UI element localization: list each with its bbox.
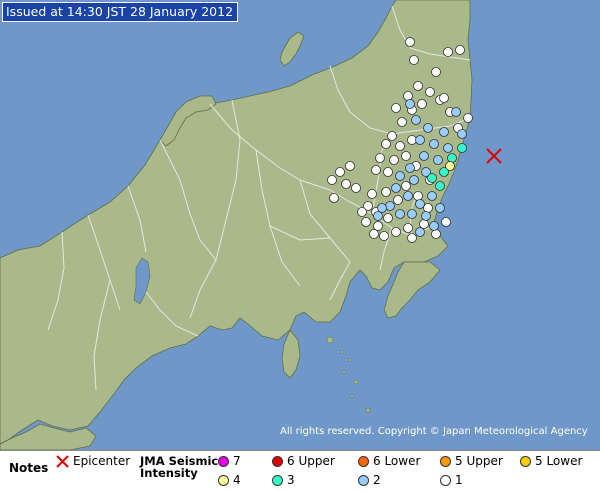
intensity-1-swatch bbox=[440, 474, 451, 486]
seismic-intensity-map bbox=[0, 0, 600, 450]
intensity-5-lower-swatch bbox=[520, 455, 531, 467]
jma-scale-label: JMA Seismic Intensity bbox=[140, 455, 218, 479]
intensity-7-swatch bbox=[218, 455, 229, 467]
intensity-5-upper-label: 5 Upper bbox=[455, 454, 503, 468]
legend-intensity-7: 7 bbox=[218, 454, 241, 468]
intensity-3-swatch bbox=[272, 474, 283, 486]
issued-timestamp: Issued at 14:30 JST 28 January 2012 bbox=[2, 2, 239, 22]
intensity-5-upper-swatch bbox=[440, 455, 451, 467]
intensity-4-label: 4 bbox=[233, 473, 241, 487]
intensity-6-upper-label: 6 Upper bbox=[287, 454, 335, 468]
notes-label: Notes bbox=[9, 461, 49, 475]
epicenter-label: Epicenter bbox=[73, 454, 131, 468]
legend-intensity-4: 4 bbox=[218, 473, 241, 487]
legend-intensity-3: 3 bbox=[272, 473, 295, 487]
legend-epicenter: Epicenter bbox=[56, 454, 130, 468]
intensity-4-swatch bbox=[218, 474, 229, 486]
intensity-7-label: 7 bbox=[233, 454, 241, 468]
intensity-3-label: 3 bbox=[287, 473, 295, 487]
legend-intensity-5-upper: 5 Upper bbox=[440, 454, 503, 468]
intensity-2-label: 2 bbox=[373, 473, 381, 487]
intensity-6-upper-swatch bbox=[272, 455, 283, 467]
legend: Notes Epicenter JMA Seismic Intensity 7 … bbox=[0, 450, 600, 491]
legend-intensity-1: 1 bbox=[440, 473, 463, 487]
epicenter-icon bbox=[56, 454, 69, 468]
intensity-6-lower-label: 6 Lower bbox=[373, 454, 421, 468]
legend-intensity-6-lower: 6 Lower bbox=[358, 454, 420, 468]
intensity-4-markers bbox=[445, 161, 455, 171]
legend-intensity-5-lower: 5 Lower bbox=[520, 454, 582, 468]
intensity-1-label: 1 bbox=[455, 473, 463, 487]
intensity-5-lower-label: 5 Lower bbox=[535, 454, 583, 468]
legend-intensity-2: 2 bbox=[358, 473, 381, 487]
intensity-6-lower-swatch bbox=[358, 455, 369, 467]
jma-scale-label-line2: Intensity bbox=[140, 466, 198, 480]
copyright-notice: All rights reserved. Copyright © Japan M… bbox=[280, 426, 588, 437]
legend-intensity-6-upper: 6 Upper bbox=[272, 454, 335, 468]
intensity-2-swatch bbox=[358, 474, 369, 486]
